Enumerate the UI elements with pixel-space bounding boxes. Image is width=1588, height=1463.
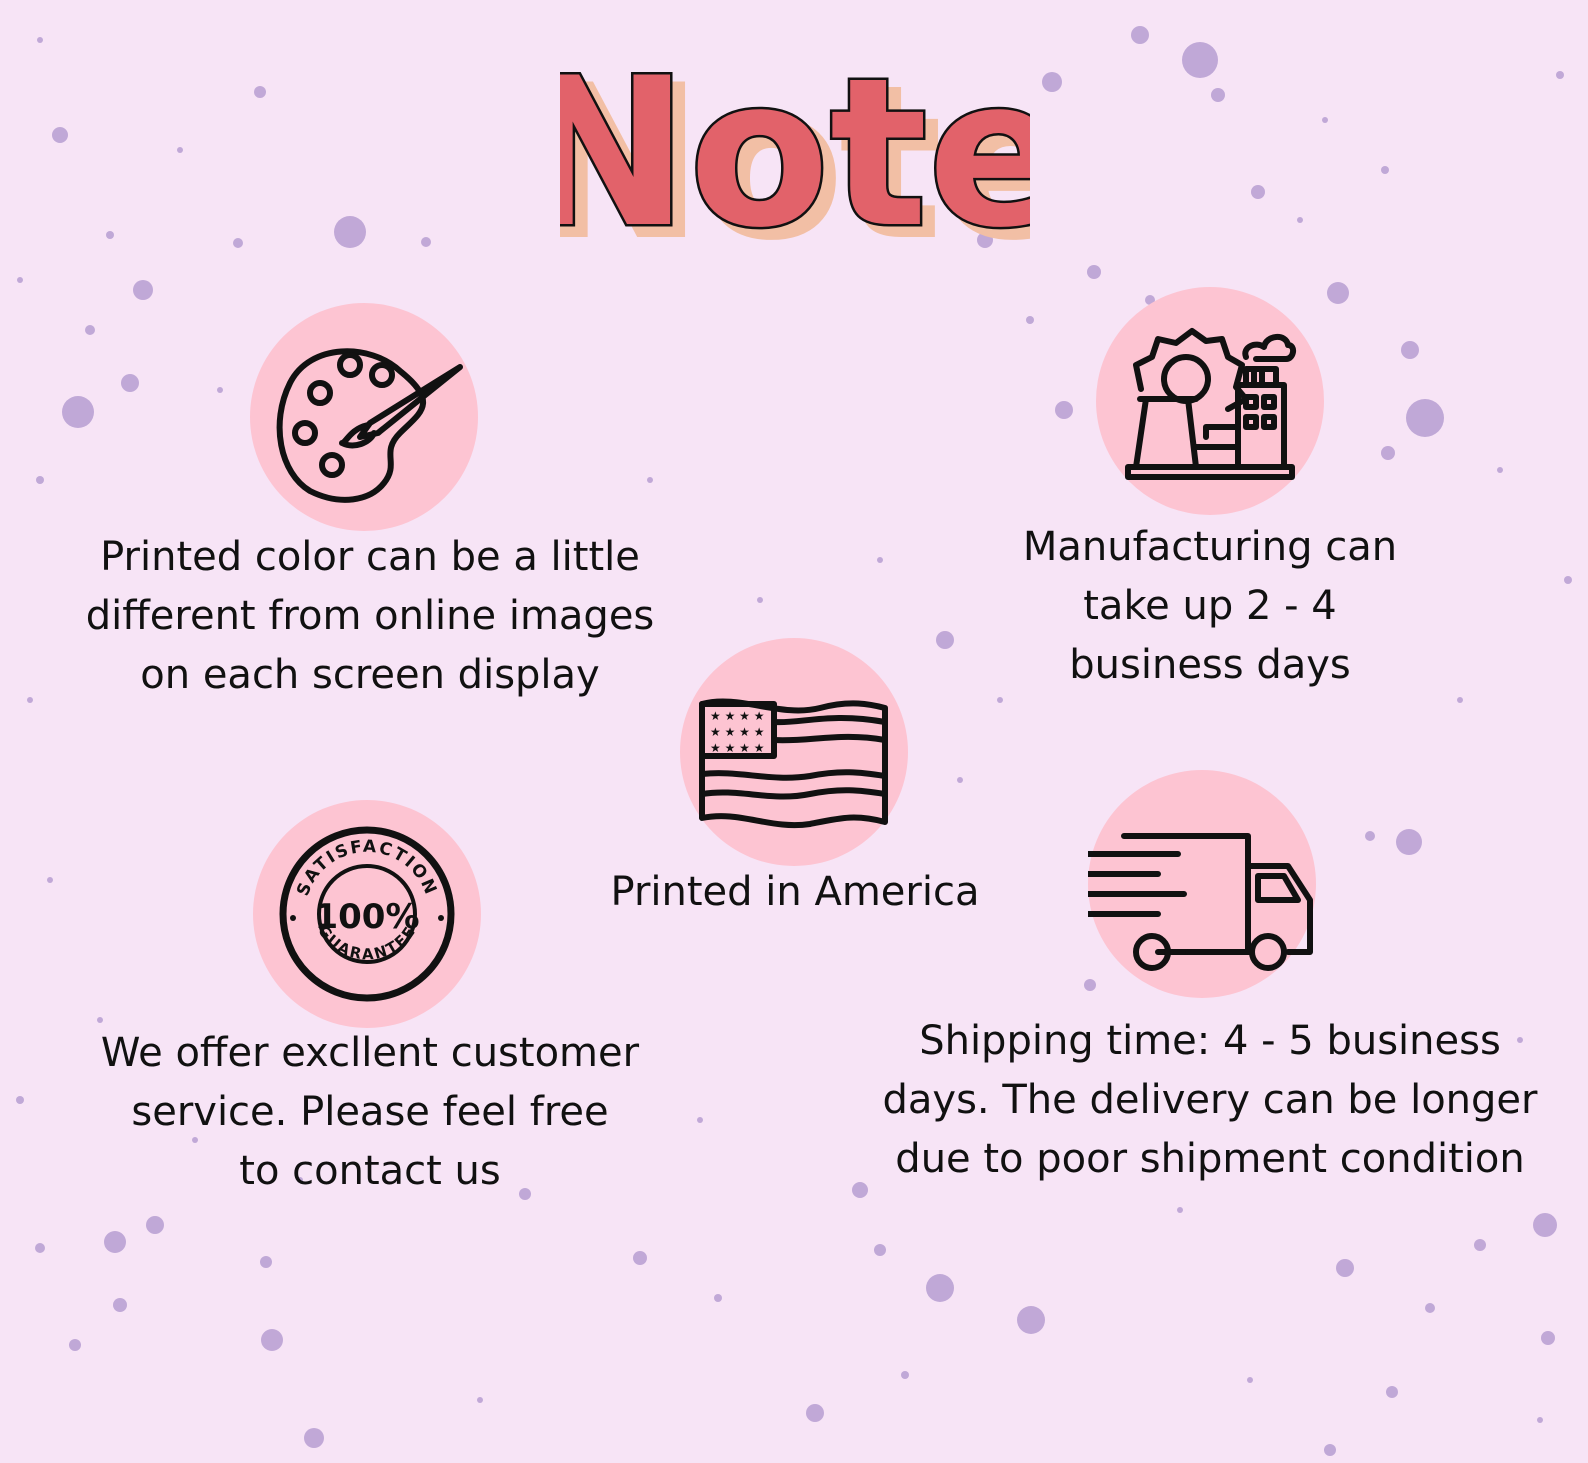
svg-text:★ ★ ★ ★: ★ ★ ★ ★ xyxy=(710,709,764,723)
feature-circle-truck xyxy=(1088,770,1316,998)
feature-caption-color: Printed color can be a little different … xyxy=(85,534,655,698)
feature-circle-factory xyxy=(1096,287,1324,515)
american-flag-icon: ★ ★ ★ ★ ★ ★ ★ ★ ★ ★ ★ ★ xyxy=(699,698,888,829)
feature-caption-service: We offer excllent customer service. Plea… xyxy=(100,1030,640,1194)
feature-circle-palette xyxy=(250,303,478,531)
feature-caption-america: Printed in America xyxy=(610,869,980,915)
badge-center-text: 100% xyxy=(314,897,419,937)
delivery-truck-icon xyxy=(1088,833,1313,971)
palette-icon xyxy=(276,348,463,503)
feature-caption-manufacturing: Manufacturing can take up 2 - 4 business… xyxy=(1022,524,1398,688)
svg-text:★ ★ ★ ★: ★ ★ ★ ★ xyxy=(710,725,764,739)
page-title: Note Note xyxy=(515,30,1082,287)
title-text: Note xyxy=(560,35,1030,260)
feature-caption-shipping: Shipping time: 4 - 5 business days. The … xyxy=(882,1018,1538,1182)
feature-circle-flag: ★ ★ ★ ★ ★ ★ ★ ★ ★ ★ ★ ★ xyxy=(680,638,908,866)
feature-circle-satisfaction: SATISFACTION GUARANTEE 100% xyxy=(253,800,481,1028)
satisfaction-badge-icon: SATISFACTION GUARANTEE 100% xyxy=(279,826,455,1002)
factory-icon xyxy=(1125,328,1296,480)
svg-text:★ ★ ★ ★: ★ ★ ★ ★ xyxy=(710,741,764,755)
